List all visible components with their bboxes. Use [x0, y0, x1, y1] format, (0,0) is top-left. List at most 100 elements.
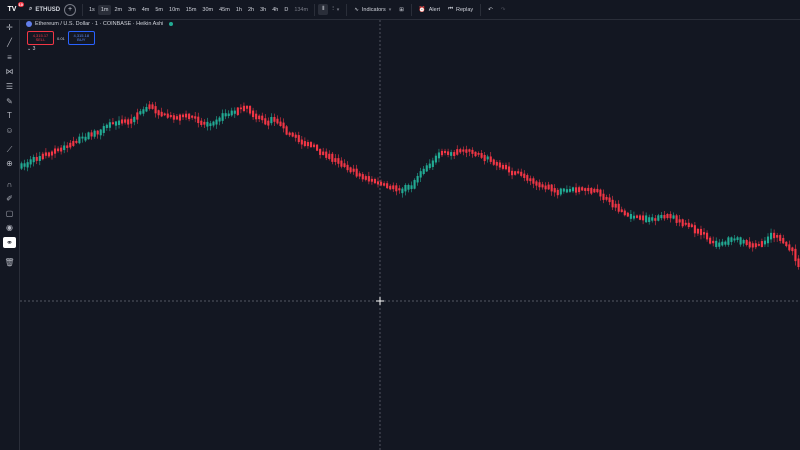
candle: [751, 243, 754, 248]
candle: [763, 240, 767, 245]
candle: [279, 121, 282, 126]
candle: [383, 183, 386, 186]
timeframe-4h[interactable]: 4h: [269, 5, 281, 15]
candle: [599, 189, 602, 197]
text-icon[interactable]: T: [3, 110, 16, 121]
candle: [538, 182, 541, 188]
redo-button[interactable]: ↷: [497, 5, 510, 15]
candle: [212, 121, 215, 126]
candle: [706, 232, 709, 240]
price-chart[interactable]: [20, 20, 800, 450]
replay-label: Replay: [456, 6, 474, 13]
candle: [236, 107, 239, 115]
candle: [648, 217, 651, 223]
bar-style-button[interactable]: ⫴: [318, 4, 329, 15]
candle: [81, 136, 84, 139]
alert-button[interactable]: ⏰ Alert: [415, 5, 444, 15]
symbol-search[interactable]: ⌕ ETHUSD: [29, 6, 61, 13]
pitchfork-icon[interactable]: ⋈: [3, 66, 16, 77]
lock-icon[interactable]: ▢: [3, 208, 16, 219]
chart-type-dropdown[interactable]: ⫶ ▾: [328, 4, 343, 15]
lock-drawing-icon[interactable]: ✐: [3, 193, 16, 204]
crosshair-icon[interactable]: ✛: [3, 22, 16, 33]
candle: [178, 114, 182, 121]
trash-icon[interactable]: 🗑: [3, 257, 16, 268]
zoom-icon[interactable]: ⊕: [3, 158, 16, 169]
buy-button[interactable]: 4,315.18 BUY: [67, 31, 95, 45]
candle: [312, 144, 316, 147]
timeframe-15m[interactable]: 15m: [183, 5, 200, 15]
candle: [166, 113, 169, 118]
candle: [578, 187, 581, 193]
candle: [139, 111, 142, 115]
candle: [303, 141, 306, 147]
timeframe-3h[interactable]: 3h: [257, 5, 269, 15]
candle: [215, 119, 218, 125]
timeframe-1m[interactable]: 1m: [97, 4, 112, 15]
timeframe-45m[interactable]: 45m: [216, 5, 233, 15]
candle: [504, 164, 508, 170]
timeframe-10m[interactable]: 10m: [166, 5, 183, 15]
eye-icon[interactable]: ◉: [3, 222, 16, 233]
candle: [23, 163, 26, 167]
candle: [367, 176, 370, 182]
candle: [699, 228, 703, 236]
logo[interactable]: TV 10: [3, 1, 24, 17]
candle: [346, 164, 349, 171]
candle: [486, 156, 489, 160]
candle: [526, 175, 529, 181]
candle: [574, 187, 578, 193]
candle: [587, 187, 590, 192]
emoji-icon[interactable]: ☺: [3, 125, 16, 136]
trend-line-icon[interactable]: ╱: [3, 37, 16, 48]
sell-button[interactable]: 4,315.17 SELL: [27, 31, 54, 45]
candle: [38, 156, 41, 161]
timeframe-D[interactable]: D: [281, 5, 291, 15]
ruler-icon[interactable]: ⟋: [3, 144, 16, 155]
candle: [248, 106, 252, 114]
timeframe-4m[interactable]: 4m: [139, 5, 153, 15]
candle: [108, 122, 111, 128]
brush-tools-icon[interactable]: ☰: [3, 81, 16, 92]
timeframe-1h[interactable]: 1h: [233, 5, 245, 15]
candle: [638, 215, 642, 220]
timeframe-2h[interactable]: 2h: [245, 5, 257, 15]
indicator-collapse-toggle[interactable]: ⌄ 3: [27, 46, 35, 52]
candle: [666, 214, 669, 219]
replay-button[interactable]: ⏮ Replay: [444, 4, 477, 15]
candle: [47, 152, 51, 157]
candle: [245, 105, 249, 109]
candle: [181, 114, 185, 118]
timeframe-2m[interactable]: 2m: [111, 5, 125, 15]
candle: [72, 140, 75, 146]
candle: [635, 215, 639, 218]
candle: [474, 151, 477, 157]
timeframe-134m[interactable]: 134m: [291, 5, 311, 15]
candle: [258, 115, 261, 120]
magnet-icon[interactable]: ∩: [3, 179, 16, 190]
pencil-icon[interactable]: ✎: [3, 96, 16, 107]
candle: [440, 150, 444, 156]
candle: [26, 162, 29, 168]
timeframe-3m[interactable]: 3m: [125, 5, 139, 15]
compare-symbol-button[interactable]: +: [64, 3, 76, 16]
timeframe-30m[interactable]: 30m: [199, 5, 216, 15]
candle: [99, 129, 102, 136]
candle: [349, 167, 352, 173]
candle: [523, 173, 526, 178]
link-icon[interactable]: ⚭: [3, 237, 16, 248]
candle: [657, 215, 660, 221]
candle: [794, 248, 797, 262]
candle: [63, 145, 66, 151]
candle: [712, 240, 715, 244]
candle: [218, 117, 221, 122]
candle: [571, 187, 575, 192]
chart-legend: Ethereum / U.S. Dollar · 1 · COINBASE · …: [26, 21, 174, 27]
candle: [559, 188, 562, 195]
timeframe-5m[interactable]: 5m: [152, 5, 166, 15]
timeframe-1s[interactable]: 1s: [86, 5, 98, 15]
indicators-button[interactable]: ∿ Indicators ▾: [350, 5, 395, 15]
layout-button[interactable]: ⊞: [395, 5, 408, 15]
parallel-channel-icon[interactable]: ≡: [3, 52, 16, 63]
undo-button[interactable]: ↶: [484, 5, 497, 15]
